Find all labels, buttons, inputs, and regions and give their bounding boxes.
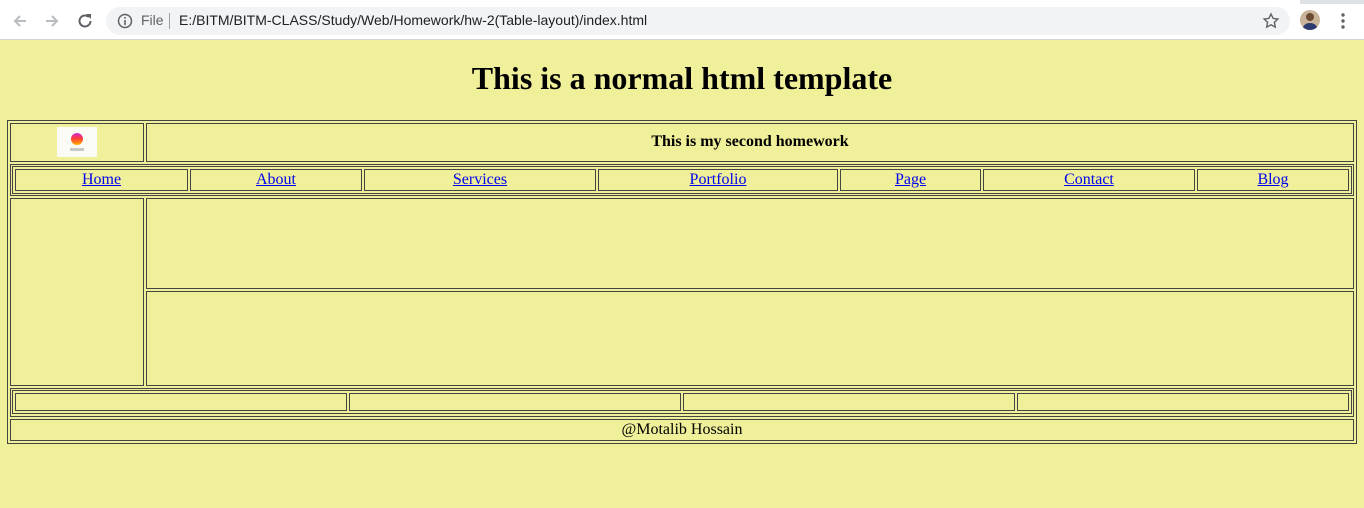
- profile-icon: [1302, 13, 1318, 30]
- nav-table: Home About Services Portfolio Page Conta…: [12, 166, 1352, 195]
- nav-cell-about: About: [190, 169, 362, 192]
- footer-widget-1: [15, 393, 347, 412]
- content-cell-bottom: [146, 291, 1354, 386]
- footer-widget-2: [349, 393, 681, 412]
- tab-strip: [0, 0, 1364, 4]
- footer-widget-4: [1017, 393, 1349, 412]
- nav-link-portfolio[interactable]: Portfolio: [690, 171, 747, 188]
- nav-cell-portfolio: Portfolio: [598, 169, 838, 192]
- star-icon[interactable]: [1262, 12, 1280, 30]
- nav-row: Home About Services Portfolio Page Conta…: [10, 163, 1354, 197]
- footer-widgets-table: [12, 390, 1352, 415]
- logo-image: [57, 127, 97, 158]
- footer-widgets-row: [10, 387, 1354, 417]
- nav-link-page[interactable]: Page: [895, 171, 926, 188]
- content-cell-top: [146, 198, 1354, 290]
- arrow-left-icon: [13, 15, 26, 27]
- nav-cell-home: Home: [15, 169, 188, 192]
- logo-cell: [10, 123, 144, 162]
- arrow-right-icon: [46, 15, 59, 27]
- address-separator: [169, 13, 170, 29]
- forward-button[interactable]: [41, 10, 63, 32]
- page-title: This is a normal html template: [471, 60, 893, 96]
- header-text: This is my second homework: [146, 123, 1354, 162]
- address-bar[interactable]: File E:/BITM/BITM-CLASS/Study/Web/Homewo…: [106, 7, 1290, 35]
- reload-icon: [78, 14, 92, 28]
- nav-link-contact[interactable]: Contact: [1064, 171, 1114, 188]
- file-scheme-label: File: [141, 12, 164, 28]
- footer-widget-3: [683, 393, 1015, 412]
- info-icon[interactable]: [117, 13, 133, 29]
- back-button[interactable]: [9, 10, 31, 32]
- nav-link-about[interactable]: About: [256, 171, 296, 188]
- kebab-menu-icon[interactable]: [1336, 12, 1350, 30]
- reload-button[interactable]: [74, 10, 96, 32]
- profile-avatar[interactable]: [1300, 10, 1320, 30]
- nav-link-blog[interactable]: Blog: [1257, 171, 1288, 188]
- nav-link-home[interactable]: Home: [82, 171, 121, 188]
- nav-cell-blog: Blog: [1197, 169, 1349, 192]
- nav-cell-contact: Contact: [983, 169, 1195, 192]
- url-text[interactable]: E:/BITM/BITM-CLASS/Study/Web/Homework/hw…: [179, 12, 647, 28]
- browser-toolbar: File E:/BITM/BITM-CLASS/Study/Web/Homewo…: [0, 0, 1364, 40]
- nav-cell-services: Services: [364, 169, 596, 192]
- nav-link-services[interactable]: Services: [453, 171, 507, 188]
- sidebar-cell: [10, 198, 144, 386]
- nav-cell-page: Page: [840, 169, 981, 192]
- layout-table: This is my second homework Home About Se…: [7, 120, 1357, 444]
- footer-credit: @Motalib Hossain: [10, 418, 1354, 441]
